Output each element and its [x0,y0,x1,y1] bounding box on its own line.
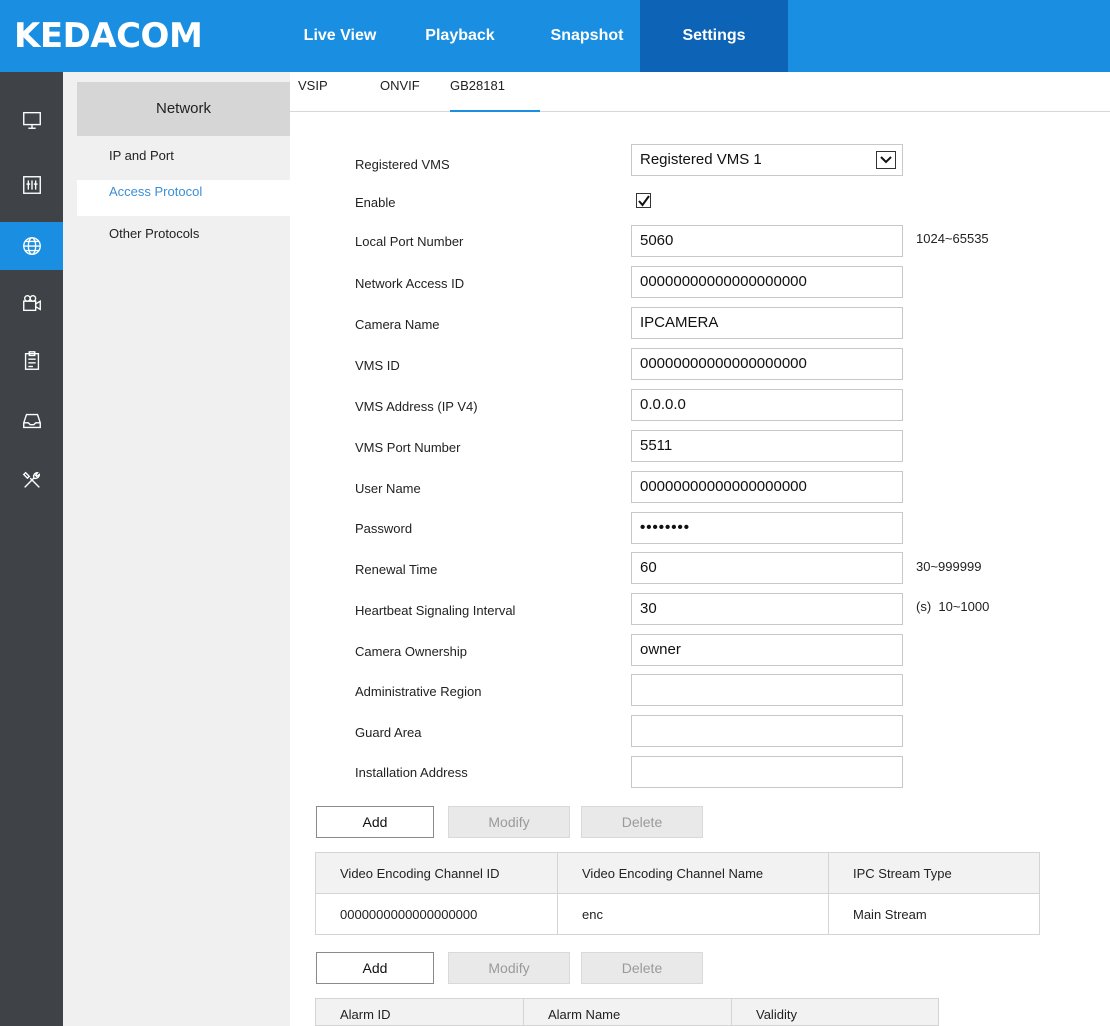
checkmark-icon [637,194,650,207]
table-row-cell-stream[interactable]: Main Stream [828,893,1040,935]
channel-header-name: Video Encoding Channel Name [557,852,829,894]
submenu-item-label: Other Protocols [109,226,200,241]
enable-checkbox[interactable] [636,193,651,208]
submenu-header: Network [77,82,290,136]
header-text: Video Encoding Channel ID [340,865,500,881]
alarm-header-id: Alarm ID [315,998,524,1026]
alarm-modify-button[interactable]: Modify [448,952,570,984]
network-access-id-label: Network Access ID [355,276,465,291]
network-globe-icon[interactable] [0,222,63,270]
channel-add-button[interactable]: Add [316,806,434,838]
tools-icon[interactable] [0,456,63,504]
header-text: IPC Stream Type [853,865,952,881]
camera-ownership-field[interactable]: owner [631,634,903,666]
renewal-time-label: Renewal Time [355,562,438,577]
header-text: Alarm Name [548,1007,621,1022]
icon-rail [0,72,63,1026]
submenu-item-other-protocols[interactable]: Other Protocols [77,222,290,258]
header-text: Validity [756,1007,797,1022]
alarm-header-validity: Validity [731,998,939,1026]
registered-vms-label: Registered VMS [355,157,450,172]
table-row-cell-name[interactable]: enc [557,893,829,935]
chevron-down-icon[interactable] [876,151,896,169]
network-access-id-field[interactable]: 00000000000000000000 [631,266,903,298]
channel-modify-button[interactable]: Modify [448,806,570,838]
camera-ownership-label: Camera Ownership [355,644,467,659]
nav-playback[interactable]: Playback [386,0,534,72]
alarm-add-button[interactable]: Add [316,952,434,984]
local-port-field[interactable]: 5060 [631,225,903,257]
cell-text: Main Stream [853,906,927,922]
tab-vsip[interactable]: VSIP [298,78,328,112]
channel-header-stream: IPC Stream Type [828,852,1040,894]
nav-live-view[interactable]: Live View [294,0,386,72]
channel-delete-button[interactable]: Delete [581,806,703,838]
admin-region-field[interactable] [631,674,903,706]
protocol-tabs: VSIP ONVIF GB28181 [290,72,1110,112]
cell-text: enc [582,906,603,922]
vms-port-label: VMS Port Number [355,440,461,455]
alarm-delete-button[interactable]: Delete [581,952,703,984]
storage-tray-icon[interactable] [0,397,63,445]
registered-vms-select[interactable]: Registered VMS 1 [631,144,903,176]
registered-vms-value: Registered VMS 1 [640,151,762,168]
camera-name-label: Camera Name [355,317,440,332]
nav-settings[interactable]: Settings [640,0,788,72]
password-field[interactable]: •••••••• [631,512,903,544]
alarm-header-name: Alarm Name [523,998,732,1026]
heartbeat-hint: (s) 10~1000 [916,599,990,614]
monitor-icon[interactable] [0,96,63,144]
heartbeat-field[interactable]: 30 [631,593,903,625]
submenu-title: Network [155,100,211,117]
clipboard-icon[interactable] [0,337,63,385]
renewal-time-hint: 30~999999 [916,559,982,574]
camera-name-field[interactable]: IPCAMERA [631,307,903,339]
tab-gb28181[interactable]: GB28181 [450,78,540,112]
table-row-cell-id[interactable]: 0000000000000000000 [315,893,558,935]
submenu-item-access-protocol[interactable]: Access Protocol [77,180,290,216]
submenu-item-label: IP and Port [109,148,174,163]
local-port-hint: 1024~65535 [916,231,989,246]
vms-id-field[interactable]: 00000000000000000000 [631,348,903,380]
channel-header-id: Video Encoding Channel ID [315,852,558,894]
local-port-label: Local Port Number [355,234,464,249]
install-address-label: Installation Address [355,765,468,780]
vms-id-label: VMS ID [355,358,400,373]
nav-snapshot[interactable]: Snapshot [534,0,640,72]
header-text: Video Encoding Channel Name [582,865,764,881]
tab-onvif[interactable]: ONVIF [380,78,420,112]
main-nav: Live View Playback Snapshot Settings [294,0,788,72]
enable-label: Enable [355,195,396,210]
submenu-item-ip-and-port[interactable]: IP and Port [77,144,290,180]
sliders-icon[interactable] [0,161,63,209]
admin-region-label: Administrative Region [355,684,482,699]
header-text: Alarm ID [340,1007,391,1022]
cell-text: 0000000000000000000 [340,906,478,922]
vms-address-label: VMS Address (IP V4) [355,399,478,414]
renewal-time-field[interactable]: 60 [631,552,903,584]
heartbeat-label: Heartbeat Signaling Interval [355,603,516,618]
submenu-item-label: Access Protocol [109,184,203,199]
settings-submenu: Network IP and Port Access Protocol Othe… [63,72,290,1026]
user-name-label: User Name [355,481,421,496]
vms-address-field[interactable]: 0.0.0.0 [631,389,903,421]
guard-area-field[interactable] [631,715,903,747]
install-address-field[interactable] [631,756,903,788]
guard-area-label: Guard Area [355,725,422,740]
password-label: Password [355,521,413,536]
kedacom-logo: KEDACOM [14,16,203,56]
camera-icon[interactable] [0,279,63,327]
top-bar: KEDACOM Live View Playback Snapshot Sett… [0,0,1110,72]
vms-port-field[interactable]: 5511 [631,430,903,462]
user-name-field[interactable]: 00000000000000000000 [631,471,903,503]
